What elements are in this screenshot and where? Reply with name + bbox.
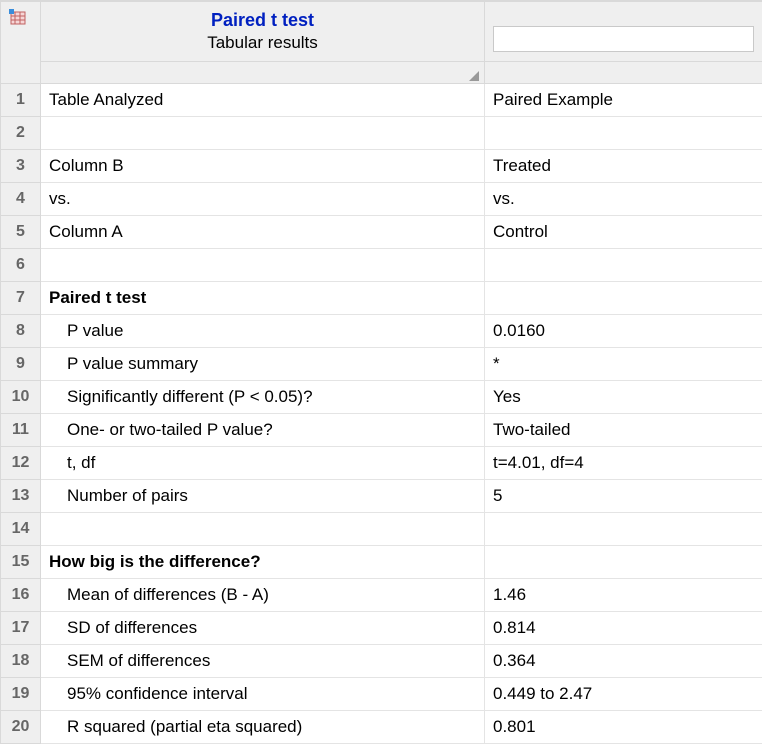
row-number[interactable]: 19 [1, 678, 41, 711]
table-icon [9, 8, 27, 31]
results-sheet: Paired t test Tabular results 1Table Ana… [0, 0, 762, 744]
label-cell[interactable]: Paired t test [41, 282, 485, 315]
value-cell[interactable]: 5 [485, 480, 762, 513]
table-row: 6 [1, 249, 762, 282]
row-number[interactable]: 10 [1, 381, 41, 414]
value-cell[interactable]: * [485, 348, 762, 381]
value-cell[interactable]: 1.46 [485, 579, 762, 612]
table-row: 14 [1, 513, 762, 546]
value-cell[interactable] [485, 513, 762, 546]
label-cell[interactable]: t, df [41, 447, 485, 480]
value-cell[interactable]: vs. [485, 183, 762, 216]
label-cell[interactable]: SD of differences [41, 612, 485, 645]
table-row: 9P value summary* [1, 348, 762, 381]
table-row: 20R squared (partial eta squared)0.801 [1, 711, 762, 744]
row-number[interactable]: 15 [1, 546, 41, 579]
table-row: 7Paired t test [1, 282, 762, 315]
value-cell[interactable]: Paired Example [485, 84, 762, 117]
table-row: 15How big is the difference? [1, 546, 762, 579]
row-number[interactable]: 2 [1, 117, 41, 150]
table-row: 1Table AnalyzedPaired Example [1, 84, 762, 117]
label-cell[interactable]: Number of pairs [41, 480, 485, 513]
row-number[interactable]: 14 [1, 513, 41, 546]
table-row: 12t, dft=4.01, df=4 [1, 447, 762, 480]
table-row: 4vs.vs. [1, 183, 762, 216]
label-cell[interactable]: One- or two-tailed P value? [41, 414, 485, 447]
label-cell[interactable]: P value summary [41, 348, 485, 381]
label-cell[interactable]: 95% confidence interval [41, 678, 485, 711]
value-cell[interactable]: 0.0160 [485, 315, 762, 348]
label-cell[interactable] [41, 249, 485, 282]
column-sub-value[interactable] [485, 62, 762, 84]
label-cell[interactable]: How big is the difference? [41, 546, 485, 579]
select-all-triangle-icon [469, 71, 479, 81]
table-row: 11One- or two-tailed P value?Two-tailed [1, 414, 762, 447]
column-header-value[interactable] [485, 2, 762, 62]
table-row: 3Column BTreated [1, 150, 762, 183]
row-number[interactable]: 1 [1, 84, 41, 117]
table-row: 8P value0.0160 [1, 315, 762, 348]
table-row: 18SEM of differences0.364 [1, 645, 762, 678]
value-cell[interactable]: 0.364 [485, 645, 762, 678]
column-sub-label[interactable] [41, 62, 485, 84]
row-number[interactable]: 7 [1, 282, 41, 315]
value-cell[interactable]: 0.814 [485, 612, 762, 645]
label-cell[interactable] [41, 513, 485, 546]
label-cell[interactable] [41, 117, 485, 150]
row-number[interactable]: 5 [1, 216, 41, 249]
label-cell[interactable]: SEM of differences [41, 645, 485, 678]
value-cell[interactable]: Two-tailed [485, 414, 762, 447]
value-cell[interactable]: Yes [485, 381, 762, 414]
row-number[interactable]: 13 [1, 480, 41, 513]
row-number[interactable]: 16 [1, 579, 41, 612]
row-number[interactable]: 8 [1, 315, 41, 348]
row-number[interactable]: 9 [1, 348, 41, 381]
label-cell[interactable]: Column B [41, 150, 485, 183]
value-cell[interactable]: Treated [485, 150, 762, 183]
page-title: Paired t test [41, 10, 484, 31]
value-cell[interactable]: 0.449 to 2.47 [485, 678, 762, 711]
value-cell[interactable] [485, 249, 762, 282]
label-cell[interactable]: Mean of differences (B - A) [41, 579, 485, 612]
row-number[interactable]: 20 [1, 711, 41, 744]
row-number[interactable]: 18 [1, 645, 41, 678]
column-header-label[interactable]: Paired t test Tabular results [41, 2, 485, 62]
value-cell[interactable]: Control [485, 216, 762, 249]
page-subtitle: Tabular results [41, 33, 484, 53]
column-header-value-input[interactable] [493, 26, 754, 52]
row-number[interactable]: 11 [1, 414, 41, 447]
table-row: 17SD of differences0.814 [1, 612, 762, 645]
row-number[interactable]: 3 [1, 150, 41, 183]
value-cell[interactable] [485, 546, 762, 579]
row-number[interactable]: 4 [1, 183, 41, 216]
value-cell[interactable] [485, 117, 762, 150]
label-cell[interactable]: P value [41, 315, 485, 348]
label-cell[interactable]: vs. [41, 183, 485, 216]
row-number[interactable]: 6 [1, 249, 41, 282]
table-row: 2 [1, 117, 762, 150]
table-row: 1995% confidence interval0.449 to 2.47 [1, 678, 762, 711]
label-cell[interactable]: Table Analyzed [41, 84, 485, 117]
results-table: Paired t test Tabular results 1Table Ana… [0, 1, 762, 744]
value-cell[interactable] [485, 282, 762, 315]
row-number[interactable]: 12 [1, 447, 41, 480]
table-row: 13Number of pairs5 [1, 480, 762, 513]
table-row: 10Significantly different (P < 0.05)?Yes [1, 381, 762, 414]
value-cell[interactable]: 0.801 [485, 711, 762, 744]
row-number[interactable]: 17 [1, 612, 41, 645]
table-row: 16Mean of differences (B - A)1.46 [1, 579, 762, 612]
label-cell[interactable]: Significantly different (P < 0.05)? [41, 381, 485, 414]
table-row: 5Column AControl [1, 216, 762, 249]
value-cell[interactable]: t=4.01, df=4 [485, 447, 762, 480]
label-cell[interactable]: Column A [41, 216, 485, 249]
label-cell[interactable]: R squared (partial eta squared) [41, 711, 485, 744]
corner-cell[interactable] [1, 2, 41, 84]
